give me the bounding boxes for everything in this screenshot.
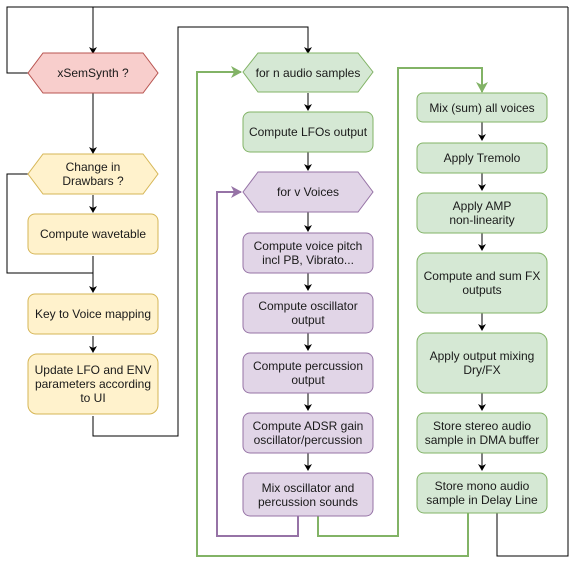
node-change-drawbars xyxy=(27,153,159,195)
node-update-lfo-env xyxy=(27,353,159,415)
node-store-mono xyxy=(416,472,548,514)
node-apply-amp xyxy=(416,192,548,234)
node-apply-tremolo xyxy=(416,142,548,174)
flowchart-canvas xyxy=(6,6,569,557)
node-for-v-voices xyxy=(242,171,374,213)
node-voice-pitch xyxy=(242,232,374,274)
node-mix-osc-perc xyxy=(242,472,374,517)
node-perc-output xyxy=(242,352,374,394)
node-compute-wavetable xyxy=(27,213,159,255)
node-output-mixing xyxy=(416,332,548,394)
node-adsr-gain xyxy=(242,412,374,454)
node-xsemsynth xyxy=(27,52,159,94)
node-mix-all-voices xyxy=(416,92,548,123)
node-for-n-samples xyxy=(242,52,374,93)
node-key-voice-mapping xyxy=(27,293,159,335)
node-compute-fx xyxy=(416,252,548,314)
node-osc-output xyxy=(242,292,374,334)
node-compute-lfos xyxy=(242,111,374,153)
node-store-stereo xyxy=(416,412,548,454)
